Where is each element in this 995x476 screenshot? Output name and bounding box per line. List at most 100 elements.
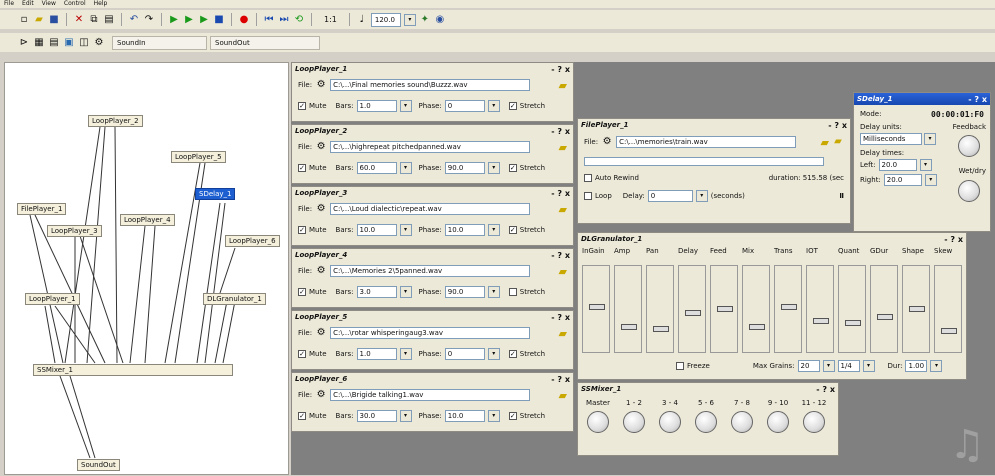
phase-dropdown[interactable]: ▾ <box>487 162 500 174</box>
pause-icon[interactable]: Ⅱ <box>839 192 844 200</box>
slider-shape[interactable] <box>902 265 930 353</box>
window-controls[interactable]: - ? x <box>551 375 570 384</box>
browse-icon[interactable]: ⚙ <box>315 265 327 277</box>
quant-input[interactable]: 1/4 <box>837 360 860 372</box>
delay-input[interactable]: 0 <box>647 190 693 202</box>
slider-iot[interactable] <box>806 265 834 353</box>
gear-icon[interactable]: ⚙ <box>93 37 105 49</box>
tab-soundin[interactable]: SoundIn <box>112 35 207 50</box>
loopplayer-titlebar[interactable]: LoopPlayer_2 - ? x <box>292 125 573 137</box>
copy-icon[interactable]: ⧉ <box>88 14 100 26</box>
redo-icon[interactable]: ↷ <box>143 14 155 26</box>
browse-icon[interactable]: ⚙ <box>315 203 327 215</box>
channel-knob[interactable] <box>803 411 825 433</box>
bars-input[interactable]: 60.0 <box>356 162 397 174</box>
phase-dropdown[interactable]: ▾ <box>487 286 500 298</box>
freeze-checkbox[interactable] <box>676 362 684 370</box>
slider-thumb[interactable] <box>813 318 829 324</box>
stretch-checkbox[interactable]: ✓ <box>508 412 517 420</box>
paste-icon[interactable]: ▤ <box>103 14 115 26</box>
mixer-titlebar[interactable]: SSMixer_1 - ? x <box>578 383 838 395</box>
maxgrains-input[interactable]: 20 <box>797 360 820 372</box>
slider-thumb[interactable] <box>909 306 925 312</box>
node-loopplayer-4[interactable]: LoopPlayer_4 <box>120 214 175 226</box>
slider-thumb[interactable] <box>717 306 733 312</box>
mute-checkbox[interactable]: ✓ <box>298 288 306 296</box>
slider-amp[interactable] <box>614 265 642 353</box>
open-folder-icon[interactable]: ▰ <box>559 265 567 278</box>
dur-input[interactable]: 1.00 <box>905 360 928 372</box>
open-folder-icon[interactable]: ▰ <box>559 141 567 154</box>
step-icon[interactable]: ▶ <box>198 14 210 26</box>
loop-icon[interactable]: ⟲ <box>293 14 305 26</box>
node-soundout[interactable]: SoundOut <box>77 459 120 471</box>
delay-units-select[interactable]: Milliseconds <box>860 133 922 145</box>
slider-thumb[interactable] <box>845 320 861 326</box>
slider-thumb[interactable] <box>589 304 605 310</box>
node-loopplayer-5[interactable]: LoopPlayer_5 <box>171 151 226 163</box>
bars-dropdown[interactable]: ▾ <box>399 286 412 298</box>
node-loopplayer-2[interactable]: LoopPlayer_2 <box>88 115 143 127</box>
menu-edit[interactable]: Edit <box>22 0 34 8</box>
right-dropdown[interactable]: ▾ <box>924 174 937 186</box>
bars-input[interactable]: 30.0 <box>356 410 397 422</box>
phase-input[interactable]: 90.0 <box>444 162 485 174</box>
node-loopplayer-3[interactable]: LoopPlayer_3 <box>47 225 102 237</box>
mute-checkbox[interactable]: ✓ <box>298 164 306 172</box>
window-controls[interactable]: - ? x <box>828 121 847 130</box>
pointer-icon[interactable]: ⊳ <box>18 37 30 49</box>
bars-input[interactable]: 1.0 <box>356 100 397 112</box>
rewind-icon[interactable]: ⏮ <box>263 14 275 26</box>
open-folder-icon[interactable]: ▰ <box>559 203 567 216</box>
slider-pan[interactable] <box>646 265 674 353</box>
loopplayer-titlebar[interactable]: LoopPlayer_3 - ? x <box>292 187 573 199</box>
slider-trans[interactable] <box>774 265 802 353</box>
window-icon[interactable]: ◫ <box>78 37 90 49</box>
left-input[interactable]: 20.0 <box>878 159 917 171</box>
slider-thumb[interactable] <box>749 324 765 330</box>
channel-knob[interactable] <box>587 411 609 433</box>
slider-quant[interactable] <box>838 265 866 353</box>
phase-input[interactable]: 90.0 <box>444 286 485 298</box>
browse-icon[interactable]: ⚙ <box>315 141 327 153</box>
dur-dropdown[interactable]: ▾ <box>930 360 943 372</box>
window-controls[interactable]: - ? x <box>816 385 835 394</box>
loop-checkbox[interactable] <box>584 192 592 200</box>
channel-knob[interactable] <box>767 411 789 433</box>
node-loopplayer-6[interactable]: LoopPlayer_6 <box>225 235 280 247</box>
scrub-bar[interactable] <box>584 156 824 166</box>
channel-knob[interactable] <box>695 411 717 433</box>
stretch-checkbox[interactable]: ✓ <box>508 102 517 110</box>
open-folder-icon[interactable]: ▰ <box>559 389 567 402</box>
tab-soundout[interactable]: SoundOut <box>210 35 320 50</box>
cut-icon[interactable]: ✕ <box>73 14 85 26</box>
node-ssmixer-1[interactable]: SSMixer_1 <box>33 364 233 376</box>
window-controls[interactable]: - ? x <box>551 251 570 260</box>
node-sdelay-1[interactable]: SDelay_1 <box>195 188 236 200</box>
delay-dropdown[interactable]: ▾ <box>695 190 708 202</box>
mute-checkbox[interactable]: ✓ <box>298 412 306 420</box>
tempo-input[interactable]: 120.0 <box>370 12 401 27</box>
feedback-knob[interactable] <box>958 135 980 157</box>
record-icon[interactable]: ● <box>238 14 250 26</box>
phase-input[interactable]: 10.0 <box>444 224 485 236</box>
window-controls[interactable]: - ? x <box>551 189 570 198</box>
save-icon[interactable]: ■ <box>48 14 60 26</box>
undo-icon[interactable]: ↶ <box>128 14 140 26</box>
new-icon[interactable]: ▫ <box>18 14 30 26</box>
window-controls[interactable]: - ? x <box>551 313 570 322</box>
phase-dropdown[interactable]: ▾ <box>487 410 500 422</box>
bars-dropdown[interactable]: ▾ <box>399 162 412 174</box>
channel-knob[interactable] <box>623 411 645 433</box>
slider-delay[interactable] <box>678 265 706 353</box>
mute-checkbox[interactable]: ✓ <box>298 226 306 234</box>
phase-input[interactable]: 10.0 <box>444 410 485 422</box>
slider-thumb[interactable] <box>653 326 669 332</box>
file-path-field[interactable]: C:\...\rotar whisperingaug3.wav <box>330 327 531 339</box>
slider-thumb[interactable] <box>877 314 893 320</box>
loopplayer-titlebar[interactable]: LoopPlayer_6 - ? x <box>292 373 573 385</box>
forward-icon[interactable]: ⏭ <box>278 14 290 26</box>
file-path-field[interactable]: C:\...\Loud dialectic\repeat.wav <box>330 203 531 215</box>
menu-help[interactable]: Help <box>94 0 108 8</box>
slider-gdur[interactable] <box>870 265 898 353</box>
